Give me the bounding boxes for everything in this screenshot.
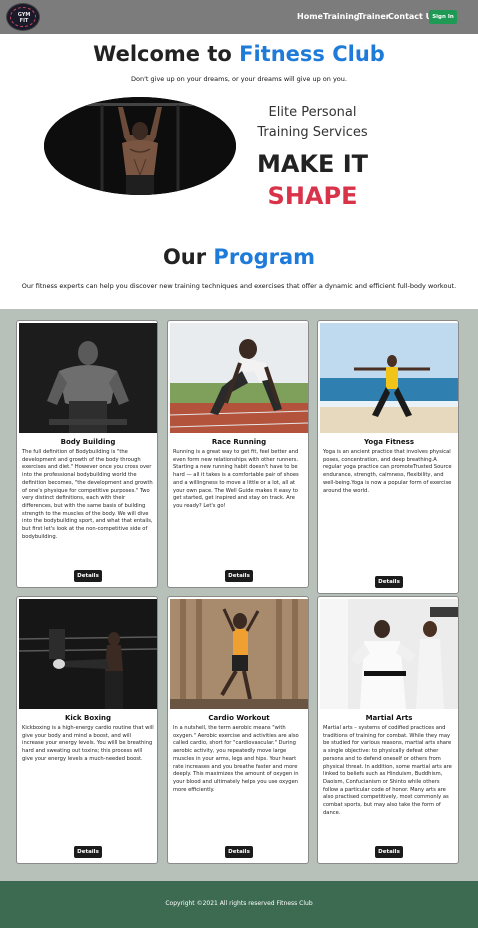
card-race-running: Race Running Running is a great way to g… [167, 320, 309, 588]
hero-title-prefix: Welcome to [93, 42, 240, 66]
make-it-text: MAKE IT [256, 150, 369, 178]
card-text: The full definition of Bodybuilding is "… [22, 449, 153, 540]
details-button[interactable]: Details [375, 846, 403, 858]
hero-subtitle: Don't give up on your dreams, or your dr… [131, 75, 347, 83]
card-text: Martial arts – systems of codified pract… [323, 725, 452, 816]
logo[interactable]: GYM FIT [6, 3, 40, 31]
yoga-fitness-image [320, 323, 458, 433]
footer: Copyright ©2021 All rights reserved Fitn… [0, 881, 478, 928]
elite-training-text: Elite Personal Training Services [257, 105, 368, 140]
card-text: Yoga is an ancient practice that involve… [323, 449, 452, 494]
card-text: In a nutshell, the term aerobic means "w… [173, 725, 299, 793]
card-title: Martial Arts [365, 714, 413, 722]
program-title: Our Program [0, 245, 478, 269]
details-button[interactable]: Details [74, 570, 102, 582]
cardio-workout-image [170, 599, 308, 709]
logo-text: GYM FIT [17, 12, 31, 24]
hero-title-accent: Fitness Club [239, 42, 385, 66]
race-running-image [170, 323, 308, 433]
signin-button[interactable]: Sign In [429, 10, 457, 24]
card-title: Race Running [211, 438, 267, 446]
martial-arts-image [320, 599, 458, 709]
hero-title: Welcome to Fitness Club [0, 42, 478, 66]
nav-link-training[interactable]: Training [323, 12, 360, 21]
card-title: Body Building [60, 438, 116, 446]
kick-boxing-image [19, 599, 157, 709]
nav-link-home[interactable]: Home [297, 12, 323, 21]
card-title: Kick Boxing [64, 714, 112, 722]
card-kick-boxing: Kick Boxing Kickboxing is a high-energy … [16, 596, 158, 864]
card-body-building: Body Building The full definition of Bod… [16, 320, 158, 588]
program-title-accent: Program [213, 245, 316, 269]
nav-link-trainer[interactable]: Trainer [358, 12, 390, 21]
navbar: GYM FIT Home Training Trainer Contact Us… [0, 0, 478, 34]
copyright-text: Copyright ©2021 All rights reserved Fitn… [165, 900, 313, 907]
card-text: Running is a great way to get fit, feel … [173, 449, 299, 509]
details-button[interactable]: Details [74, 846, 102, 858]
shape-text: SHAPE [267, 182, 358, 210]
body-building-image [19, 323, 157, 433]
program-subtitle: Our fitness experts can help you discove… [21, 282, 457, 290]
card-yoga-fitness: Yoga Fitness Yoga is an ancient practice… [317, 320, 459, 594]
details-button[interactable]: Details [225, 570, 253, 582]
details-button[interactable]: Details [225, 846, 253, 858]
card-title: Yoga Fitness [364, 438, 414, 446]
program-title-prefix: Our [162, 245, 214, 269]
card-title: Cardio Workout [208, 714, 270, 722]
card-cardio-workout: Cardio Workout In a nutshell, the term a… [167, 596, 309, 864]
card-text: Kickboxing is a high-energy cardio routi… [22, 725, 154, 762]
card-martial-arts: Martial Arts Martial arts – systems of c… [317, 596, 459, 864]
details-button[interactable]: Details [375, 576, 403, 588]
hero-bodybuilder-image [44, 97, 236, 195]
